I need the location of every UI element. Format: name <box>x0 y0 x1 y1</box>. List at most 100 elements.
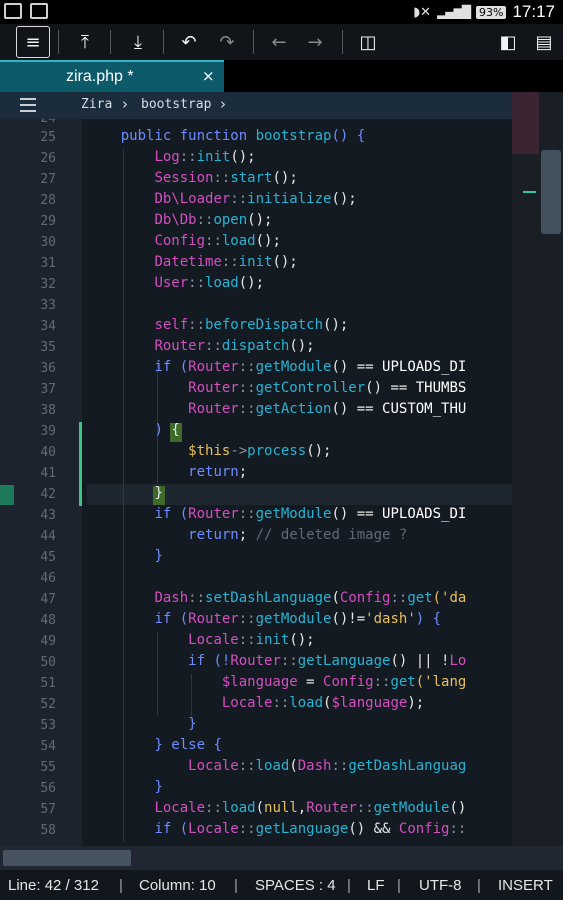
close-icon[interactable]: × <box>202 67 215 85</box>
code-token: () == <box>365 380 416 396</box>
code-token: CUSTOM_THU <box>382 401 467 417</box>
breadcrumb-item-zira[interactable]: Zira <box>81 97 112 112</box>
code-token: , <box>297 800 307 816</box>
code-line: } <box>87 716 197 732</box>
current-line-marker <box>0 485 14 505</box>
code-token: ); <box>407 695 425 711</box>
code-token: (); <box>247 212 273 228</box>
code-token: load <box>255 758 290 774</box>
undo-icon[interactable]: ↶ <box>172 26 206 58</box>
code-token: ) <box>154 422 163 438</box>
toolbar-divider <box>163 30 164 54</box>
line-ending-status[interactable]: LF <box>367 877 385 894</box>
code-token: } <box>188 716 197 732</box>
code-line: return; // deleted image ? <box>87 527 407 543</box>
code-token: if <box>154 506 172 522</box>
code-token: Log <box>154 149 180 165</box>
download-icon[interactable]: ⤓ <box>121 26 155 58</box>
arrow-right-icon[interactable]: → <box>298 26 332 58</box>
code-line: Db\Db::open(); <box>87 212 272 228</box>
encoding-status[interactable]: UTF-8 <box>419 877 462 894</box>
status-separator: | <box>347 877 351 894</box>
code-editor[interactable]: 24 25 26 27 28 29 30 31 32 33 34 35 36 37 38 39 40 41 42 43… <box>0 119 512 846</box>
line-number: 54 <box>40 739 56 754</box>
code-token: getLanguage <box>255 821 349 837</box>
breadcrumb-item-bootstrap[interactable]: bootstrap <box>141 97 211 112</box>
code-token: } else { <box>154 737 222 753</box>
minimap[interactable] <box>512 92 563 846</box>
code-token: load <box>205 275 239 291</box>
code-token: init <box>238 254 273 270</box>
code-token: if <box>154 359 172 375</box>
split-view-icon[interactable]: ◫ <box>351 26 385 58</box>
line-number: 25 <box>40 130 56 145</box>
tab-zira-php[interactable]: zira.php * × <box>0 60 224 92</box>
code-line: } <box>87 485 162 501</box>
cursor-column-status[interactable]: Column: 10 <box>139 877 216 894</box>
arrow-left-icon[interactable]: ← <box>262 26 296 58</box>
sidebar-icon[interactable]: ◧ <box>491 26 525 58</box>
code-token: load <box>221 800 256 816</box>
code-token: getModule <box>255 611 332 627</box>
line-number: 50 <box>40 655 56 670</box>
code-token: :: <box>272 695 290 711</box>
code-token: $language <box>221 674 298 690</box>
line-number: 44 <box>40 529 56 544</box>
cursor-line-status: Line: 42 / 312 <box>8 877 99 894</box>
line-number: 36 <box>40 361 56 376</box>
code-token: :: <box>390 590 408 606</box>
line-number: 51 <box>40 676 56 691</box>
code-token: Config <box>398 821 450 837</box>
horizontal-scrollbar-thumb[interactable] <box>3 850 131 866</box>
code-token: :: <box>238 611 256 627</box>
code-token: :: <box>188 317 206 333</box>
code-token: Router <box>188 359 239 375</box>
code-token: $this <box>188 443 231 459</box>
code-token: init <box>255 632 290 648</box>
code-token: { <box>171 422 180 438</box>
save-icon[interactable]: ▤ <box>527 26 561 58</box>
hamburger-icon[interactable] <box>20 98 36 112</box>
code-token: setDashLanguage <box>205 590 332 606</box>
signal-icon: ▂▄▆█ <box>437 5 471 19</box>
status-separator: | <box>119 877 123 894</box>
edit-mode-status[interactable]: INSERT <box>498 877 553 894</box>
code-token: UPLOADS_DI <box>382 359 467 375</box>
code-token: Locale <box>188 632 239 648</box>
code-token: ( <box>331 590 340 606</box>
gallery-icon <box>4 3 22 19</box>
menu-icon[interactable]: ≡ <box>16 26 50 58</box>
indent-status[interactable]: SPACES : 4 <box>255 877 336 894</box>
code-token: open <box>213 212 248 228</box>
vertical-scrollbar-thumb[interactable] <box>541 150 561 234</box>
chevron-right-icon: › <box>122 95 128 113</box>
upload-icon[interactable]: ⤒ <box>68 26 102 58</box>
code-token: Config <box>323 674 374 690</box>
code-line: Locale::load(Dash::getDashLanguag <box>87 758 466 774</box>
code-token: // deleted image ? <box>255 527 408 543</box>
code-token: ('lang <box>415 674 467 690</box>
code-token: Router <box>230 653 281 669</box>
line-number: 26 <box>40 151 56 166</box>
code-token: getAction <box>255 401 332 417</box>
line-number: 46 <box>40 571 56 586</box>
code-token: Db\Db <box>154 212 197 228</box>
code-token: Db\Loader <box>154 191 231 207</box>
line-number: 34 <box>40 319 56 334</box>
line-number: 57 <box>40 802 56 817</box>
code-token: start <box>230 170 273 186</box>
horizontal-scrollbar[interactable] <box>0 846 563 870</box>
code-token: :: <box>238 401 256 417</box>
code-token: beforeDispatch <box>205 317 324 333</box>
line-number: 37 <box>40 382 56 397</box>
redo-icon[interactable]: ↷ <box>210 26 244 58</box>
editor-status-line: Line: 42 / 312 | Column: 10 | SPACES : 4… <box>0 870 563 900</box>
